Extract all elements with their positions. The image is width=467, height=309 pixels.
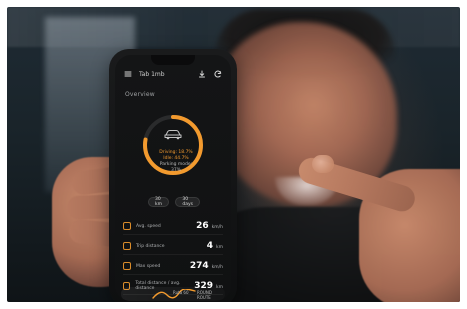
stat-left: Avg. speed [123, 222, 161, 230]
topbar-label: Tab 1mb [139, 70, 165, 78]
route-map: Ruta 60 ROUND ROUTE [121, 287, 225, 301]
topbar-right [197, 69, 223, 79]
stat-left: Max speed [123, 262, 160, 270]
stat-number: 4 [206, 241, 213, 251]
stat-number: 274 [189, 261, 209, 271]
stat-row: Trip distance 4 km [123, 241, 223, 255]
stat-number: 26 [196, 221, 209, 231]
car-icon [161, 125, 185, 140]
gauge-line: Parking mode: 37% [159, 162, 193, 173]
map-label: Ruta 60 [173, 290, 189, 295]
phone-screen: Tab 1mb Overview Driving: 18.7% Idle: 44… [115, 55, 231, 301]
gauge-lines: Driving: 18.7% Idle: 44.7% Parking mode:… [159, 150, 193, 174]
stat-label: Max speed [136, 263, 161, 269]
topbar-left: Tab 1mb [123, 69, 165, 79]
stat-value: 274 km/h [190, 261, 223, 271]
chip-range-distance[interactable]: 30 km [148, 197, 170, 207]
stat-value: 26 km/h [196, 221, 223, 231]
stat-icon [123, 262, 131, 270]
stat-unit: km/h [211, 265, 223, 270]
stat-left: Trip distance [123, 242, 165, 250]
download-icon[interactable] [197, 69, 207, 79]
photo: Tab 1mb Overview Driving: 18.7% Idle: 44… [7, 7, 460, 302]
phone-notch [151, 55, 195, 65]
stat-row: Avg. speed 26 km/h [123, 221, 223, 235]
chip-range-days[interactable]: 30 days [175, 197, 200, 207]
stat-row: Max speed 274 km/h [123, 261, 223, 275]
range-chips: 30 km 30 days [148, 195, 200, 209]
pointing-fingertip [312, 155, 334, 173]
map-label: ROUND ROUTE [197, 290, 212, 300]
stat-unit: km/h [211, 225, 223, 230]
stat-unit: km [216, 245, 223, 250]
stat-label: Avg. speed [136, 223, 161, 229]
overview-title: Overview [125, 91, 155, 98]
menu-icon[interactable] [123, 69, 133, 79]
stat-label: Trip distance [136, 243, 165, 249]
stat-icon [123, 242, 131, 250]
stat-icon [123, 222, 131, 230]
stat-value: 4 km [207, 241, 223, 251]
smartphone: Tab 1mb Overview Driving: 18.7% Idle: 44… [109, 49, 237, 302]
stats-list: Avg. speed 26 km/h Trip distance 4 km Ma… [123, 221, 223, 295]
app-topbar: Tab 1mb [123, 67, 223, 81]
refresh-icon[interactable] [213, 69, 223, 79]
